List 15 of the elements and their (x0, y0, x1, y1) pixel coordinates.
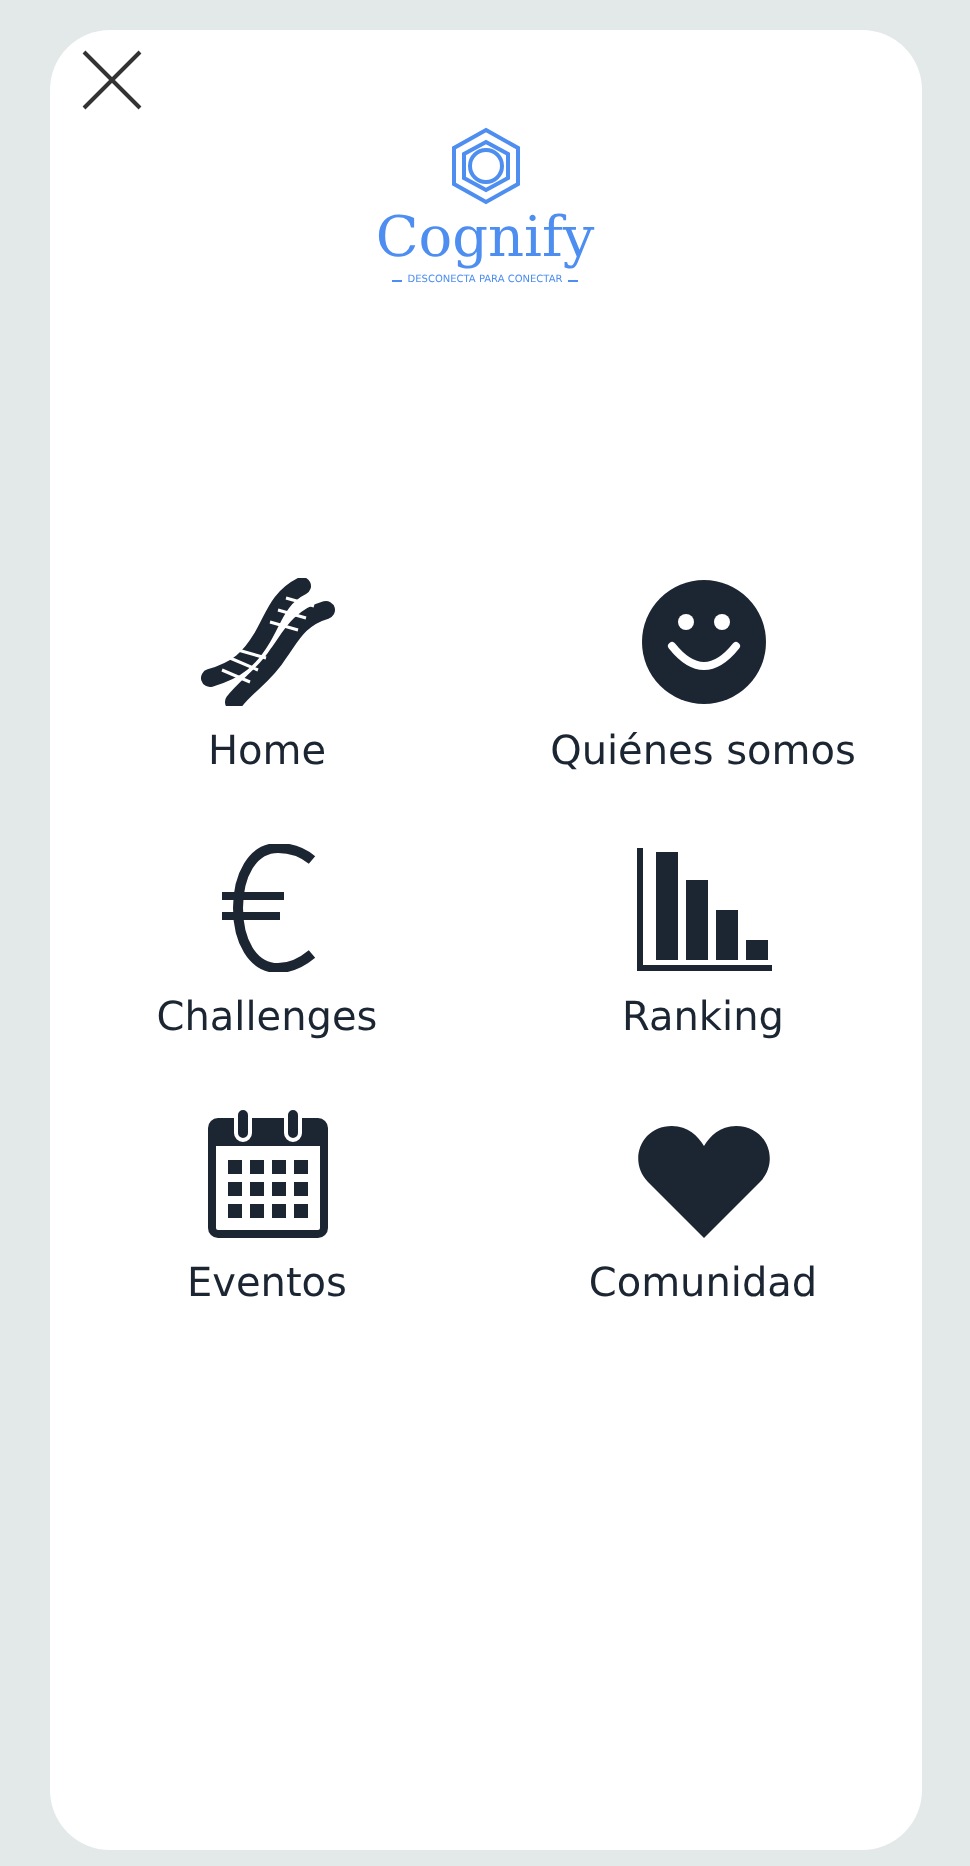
heart-icon (635, 1122, 771, 1238)
logo-wordmark: Cognify (375, 206, 595, 270)
euro-icon (219, 844, 315, 972)
dna-icon (197, 578, 337, 706)
menu-item[interactable]: Ranking (485, 830, 921, 1040)
smiley-icon (639, 578, 767, 706)
menu-item[interactable]: Challenges (49, 830, 485, 1040)
menu-item[interactable]: Quiénes somos (485, 564, 921, 774)
close-icon (79, 48, 143, 112)
calendar-icon (207, 1106, 327, 1238)
menu-item[interactable]: Home (49, 564, 485, 774)
bar-chart-icon (635, 848, 771, 972)
close-button[interactable] (77, 46, 145, 114)
menu-item[interactable]: Comunidad (485, 1096, 921, 1306)
menu-item[interactable]: Eventos (49, 1096, 485, 1306)
